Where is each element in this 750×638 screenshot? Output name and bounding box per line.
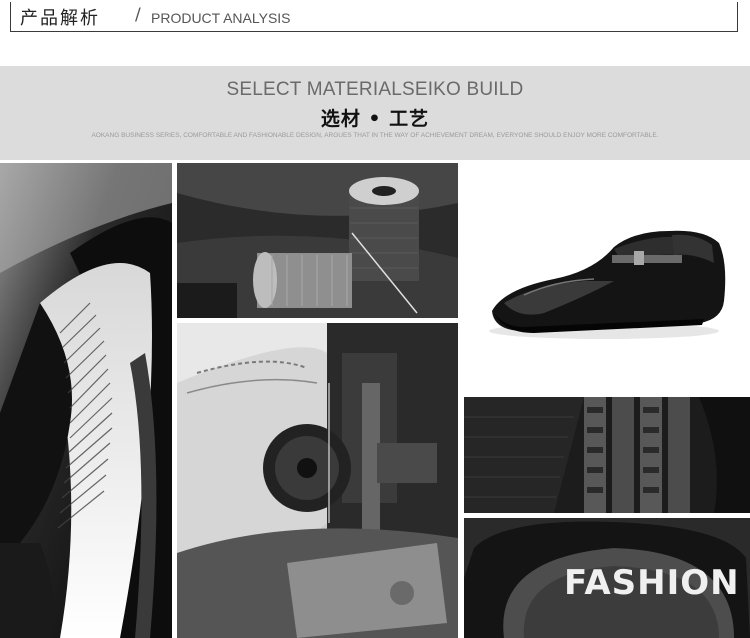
thread-spools-photo (177, 163, 458, 318)
section-title-cn: 产品解析 (20, 8, 100, 29)
section-header: 产品解析 / PRODUCT ANALYSIS (10, 2, 738, 32)
insole-fashion-label: FASHION (564, 563, 740, 603)
sole-tread-photo (464, 397, 750, 513)
section-title-en: PRODUCT ANALYSIS (151, 10, 291, 26)
sewing-machine-photo (177, 323, 458, 638)
loafer-shoe-photo (464, 163, 750, 392)
insole-photo: FASHION (464, 518, 750, 638)
leather-closeup-photo (0, 163, 172, 638)
banner-heading-en: SELECT MATERIALSEIKO BUILD (226, 79, 524, 100)
material-banner: SELECT MATERIALSEIKO BUILD 选材 • 工艺 AOKAN… (0, 66, 750, 160)
banner-heading-cn: 选材 • 工艺 (320, 108, 430, 130)
banner-description: AOKANG BUSINESS SERIES, COMFORTABLE AND … (91, 132, 659, 139)
title-separator: / (135, 5, 141, 25)
